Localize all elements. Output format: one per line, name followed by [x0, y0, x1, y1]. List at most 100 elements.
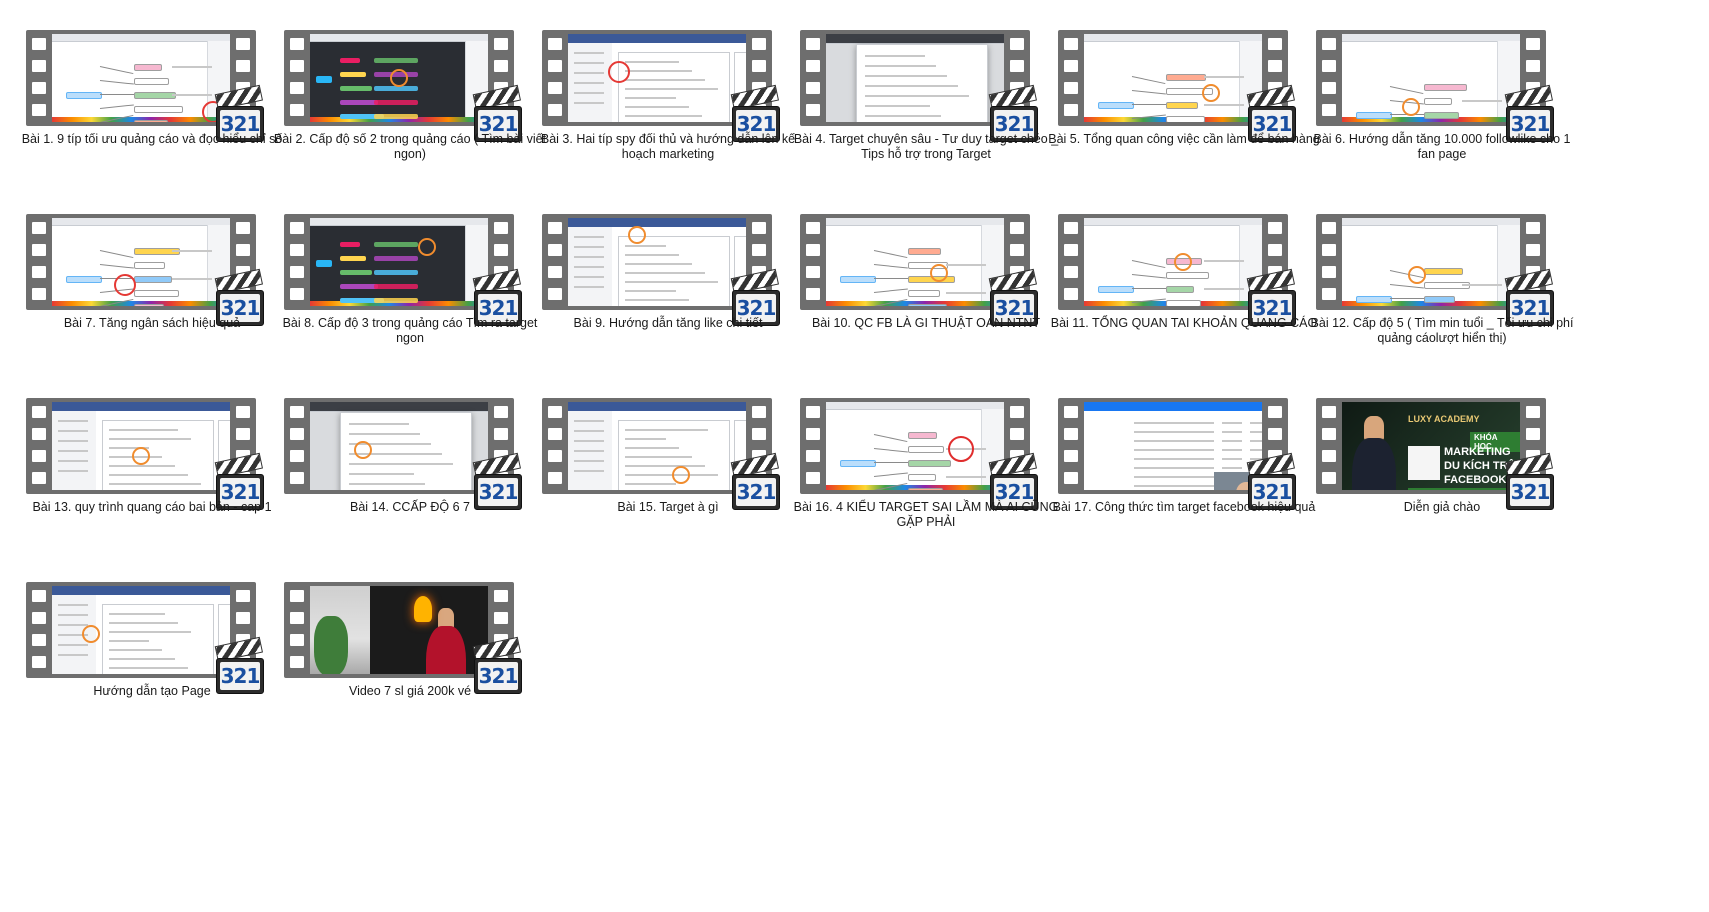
text-row	[625, 290, 676, 292]
sprocket-hole	[236, 406, 250, 418]
nav-row	[58, 440, 88, 442]
mindmap-root-node	[316, 76, 332, 83]
video-file-item[interactable]: 321 Bài 17. Công thức tìm target facebook…	[1032, 368, 1315, 558]
video-file-item[interactable]: 321 Bài 9. Hướng dẫn tăng like chi tiết	[516, 184, 798, 374]
cursor-highlight-ring	[82, 625, 100, 644]
sprocket-hole	[1526, 406, 1540, 418]
mindmap-note	[1204, 76, 1244, 78]
sprocket-hole	[1322, 288, 1336, 300]
video-file-name[interactable]: Bài 5. Tổng quan công việc cần làm để bá…	[1046, 132, 1322, 147]
mindmap-root-node	[840, 276, 876, 283]
sprocket-hole	[290, 266, 304, 278]
sprocket-hole	[32, 428, 46, 440]
video-file-name[interactable]: Bài 2. Cấp độ số 2 trong quảng cáo ( Tìm…	[272, 132, 548, 162]
video-file-item[interactable]: 321 Bài 3. Hai típ spy đối thủ và hướng d…	[516, 0, 798, 190]
video-file-item[interactable]: 321 Bài 2. Cấp độ số 2 trong quảng cáo ( …	[258, 0, 546, 190]
video-file-name[interactable]: Bài 13. quy trình quang cáo bai bản - ca…	[14, 500, 290, 515]
video-file-name[interactable]: Bài 14. CCẤP ĐỘ 6 7	[272, 500, 548, 515]
mindmap-branch	[873, 250, 908, 259]
mindmap-root-node	[66, 92, 102, 99]
video-file-name[interactable]: Bài 3. Hai típ spy đối thủ và hướng dẫn …	[530, 132, 806, 162]
video-file-item[interactable]: 321 Bài 12. Cấp độ 5 ( Tìm min tuổi _ Tối…	[1290, 184, 1573, 374]
video-file-name[interactable]: Bài 10. QC FB LÀ GI THUẬT OAN NTNT	[788, 316, 1064, 331]
video-file-item[interactable]: 321 Bài 7. Tăng ngân sách hiệu quả	[0, 184, 282, 374]
video-file-item[interactable]: 321 Bài 14. CCẤP ĐỘ 6 7	[258, 368, 540, 558]
mindmap-node	[374, 58, 418, 63]
sprocket-hole	[236, 60, 250, 72]
sprocket-hole	[290, 406, 304, 418]
mindmap-node	[374, 270, 418, 275]
video-file-item[interactable]: 321 Bài 10. QC FB LÀ GI THUẬT OAN NTNT	[774, 184, 1056, 374]
mindmap-node	[908, 488, 943, 490]
sprocket-hole	[806, 450, 820, 462]
text-row	[109, 658, 175, 660]
mindmap-node	[908, 446, 944, 453]
sprocket-hole	[806, 244, 820, 256]
sprocket-hole	[32, 38, 46, 50]
video-file-name[interactable]: Bài 8. Cấp độ 3 trong quảng cáo Tìm ra t…	[272, 316, 548, 346]
nav-row	[58, 624, 88, 626]
video-file-item[interactable]: 321 Bài 13. quy trình quang cáo bai bản -…	[0, 368, 282, 558]
video-file-item[interactable]: 321 Hướng dẫn tạo Page	[0, 552, 282, 742]
mindmap-node	[908, 304, 947, 306]
cursor-highlight-ring	[390, 69, 408, 87]
browser-toolbar	[52, 586, 230, 595]
video-file-name[interactable]: Bài 4. Target chuyên sâu - Tư duy target…	[788, 132, 1064, 162]
sprocket-hole	[1010, 244, 1024, 256]
sprocket-hole	[32, 60, 46, 72]
cursor-highlight-ring	[132, 446, 150, 465]
video-file-name[interactable]: Bài 15. Target à gì	[530, 500, 806, 515]
sprocket-hole	[290, 656, 304, 668]
sprocket-hole	[32, 244, 46, 256]
sprocket-hole	[236, 428, 250, 440]
sprocket-hole	[290, 288, 304, 300]
sprocket-hole	[32, 612, 46, 624]
video-file-name[interactable]: Bài 12. Cấp độ 5 ( Tìm min tuổi _ Tối ưu…	[1304, 316, 1580, 346]
thumbnail-screen	[52, 34, 230, 122]
content-panel	[102, 604, 214, 674]
video-file-name[interactable]: Bài 11. TỔNG QUAN TAI KHOẢN QUANG CÁO	[1046, 316, 1322, 331]
video-file-item[interactable]: 321 Bài 16. 4 KIỂU TARGET SAI LẦM MÀ AI C…	[774, 368, 1058, 558]
mindmap-node	[134, 92, 176, 99]
dialog-row	[865, 95, 969, 97]
thumbnail-screen	[1342, 218, 1520, 306]
plant	[314, 616, 348, 674]
mindmap-branch	[1132, 104, 1166, 105]
video-file-name[interactable]: Diễn giả chào	[1304, 500, 1580, 515]
nav-row	[574, 470, 604, 472]
cursor-highlight-ring	[1408, 265, 1426, 284]
video-file-name[interactable]: Bài 6. Hướng dẫn tăng 10.000 followlike …	[1304, 132, 1580, 162]
video-file-item[interactable]: 321 Bài 15. Target à gì	[516, 368, 798, 558]
sprocket-hole	[1064, 406, 1078, 418]
video-file-item[interactable]: 321 Bài 11. TỔNG QUAN TAI KHOẢN QUANG CÁO	[1032, 184, 1317, 374]
video-file-item[interactable]: 321 Bài 8. Cấp độ 3 trong quảng cáo Tìm r…	[258, 184, 540, 374]
sprocket-hole	[290, 428, 304, 440]
video-file-name[interactable]: Bài 16. 4 KIỂU TARGET SAI LẦM MÀ AI CŨNG…	[788, 500, 1064, 530]
mindmap-node	[1166, 286, 1194, 293]
mindmap-node	[374, 298, 418, 303]
sprocket-hole	[494, 612, 508, 624]
dialog-row	[865, 65, 936, 67]
video-file-name[interactable]: Bài 17. Công thức tìm target facebook hi…	[1046, 500, 1322, 515]
video-file-name[interactable]: Bài 7. Tăng ngân sách hiệu quả	[14, 316, 290, 331]
video-file-name[interactable]: Bài 9. Hướng dẫn tăng like chi tiết	[530, 316, 806, 331]
video-file-item[interactable]: 321 Video 7 sl giá 200k vé	[258, 552, 540, 742]
text-row	[109, 622, 178, 624]
video-file-item[interactable]: 321 Bài 1. 9 típ tối ưu quảng cáo và đọc …	[0, 0, 282, 190]
sprocket-hole	[494, 406, 508, 418]
sprocket-hole	[806, 104, 820, 116]
text-row	[625, 97, 676, 99]
video-file-item[interactable]: LUXY ACADEMY KHÓA HỌC MARKETING DU KÍCH TRÊ…	[1290, 368, 1572, 558]
video-file-item[interactable]: 321 Bài 4. Target chuyên sâu - Tư duy tar…	[774, 0, 1058, 190]
thumbnail-screen	[52, 586, 230, 674]
cursor-highlight-ring	[114, 274, 136, 296]
video-file-name[interactable]: Bài 1. 9 típ tối ưu quảng cáo và đọc hiể…	[14, 132, 290, 147]
nav-row	[574, 52, 604, 54]
nav-row	[574, 450, 604, 452]
video-file-name[interactable]: Video 7 sl giá 200k vé	[272, 684, 548, 699]
video-file-name[interactable]: Hướng dẫn tạo Page	[14, 684, 290, 699]
mindmap-root-node	[1356, 112, 1392, 119]
video-file-item[interactable]: 321 Bài 6. Hướng dẫn tăng 10.000 followli…	[1290, 0, 1572, 190]
video-file-item[interactable]: 321 Bài 5. Tổng quan công việc cần làm để…	[1032, 0, 1320, 190]
mindmap-node	[1424, 296, 1455, 303]
